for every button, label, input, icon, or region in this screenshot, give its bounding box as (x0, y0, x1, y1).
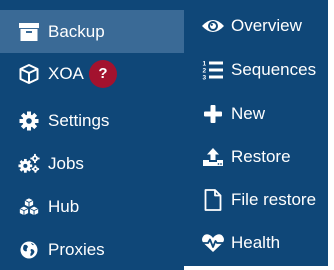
plus-icon (201, 102, 225, 126)
submenu-item-health[interactable]: Health (184, 221, 328, 264)
sidebar-item-label: Jobs (48, 153, 84, 173)
eye-icon (201, 14, 225, 38)
sidebar-item-label: Backup (48, 21, 105, 41)
globe-icon (18, 239, 40, 261)
main-sidebar: Backup XOA ? Settings Jobs Hub Proxies (0, 0, 184, 270)
upload-icon (201, 145, 225, 169)
cube-icon (18, 63, 40, 85)
app-root: Backup XOA ? Settings Jobs Hub Proxies O… (0, 0, 334, 270)
sidebar-item-proxies[interactable]: Proxies (0, 228, 184, 270)
svg-text:2: 2 (203, 67, 207, 74)
sidebar-item-label: Proxies (48, 239, 105, 259)
help-badge[interactable]: ? (89, 59, 117, 88)
submenu-item-label: Health (231, 232, 281, 252)
file-icon (201, 188, 225, 212)
sidebar-item-label: XOA (48, 63, 84, 83)
submenu-item-restore[interactable]: Restore (184, 135, 328, 178)
sidebar-item-settings[interactable]: Settings (0, 99, 184, 142)
sidebar-item-backup[interactable]: Backup (0, 10, 184, 53)
heartbeat-icon (201, 231, 225, 255)
sidebar-item-label: Settings (48, 110, 110, 130)
sidebar-item-hub[interactable]: Hub (0, 185, 184, 228)
svg-text:3: 3 (203, 74, 207, 81)
sidebar-item-jobs[interactable]: Jobs (0, 142, 184, 185)
submenu-item-new[interactable]: New (184, 92, 328, 135)
sidebar-item-label: Hub (48, 196, 80, 216)
submenu-item-sequences[interactable]: 1 2 3 Sequences (184, 48, 328, 91)
submenu-item-label: Sequences (231, 59, 317, 79)
svg-text:1: 1 (203, 60, 207, 67)
submenu-item-label: Overview (231, 15, 302, 35)
backup-submenu: Overview 1 2 3 Sequences New Restore Fil… (184, 0, 328, 266)
submenu-item-file-restore[interactable]: File restore (184, 178, 328, 221)
submenu-item-label: New (231, 103, 266, 123)
submenu-item-overview[interactable]: Overview (184, 4, 328, 47)
sidebar-item-xoa[interactable]: XOA ? (0, 52, 184, 95)
submenu-item-label: Restore (231, 146, 291, 166)
numbered-list-icon: 1 2 3 (201, 58, 225, 82)
submenu-item-label: File restore (231, 189, 317, 209)
cubes-icon (18, 196, 40, 218)
gears-icon (18, 153, 40, 175)
archive-icon (18, 21, 40, 43)
gear-icon (18, 110, 40, 132)
